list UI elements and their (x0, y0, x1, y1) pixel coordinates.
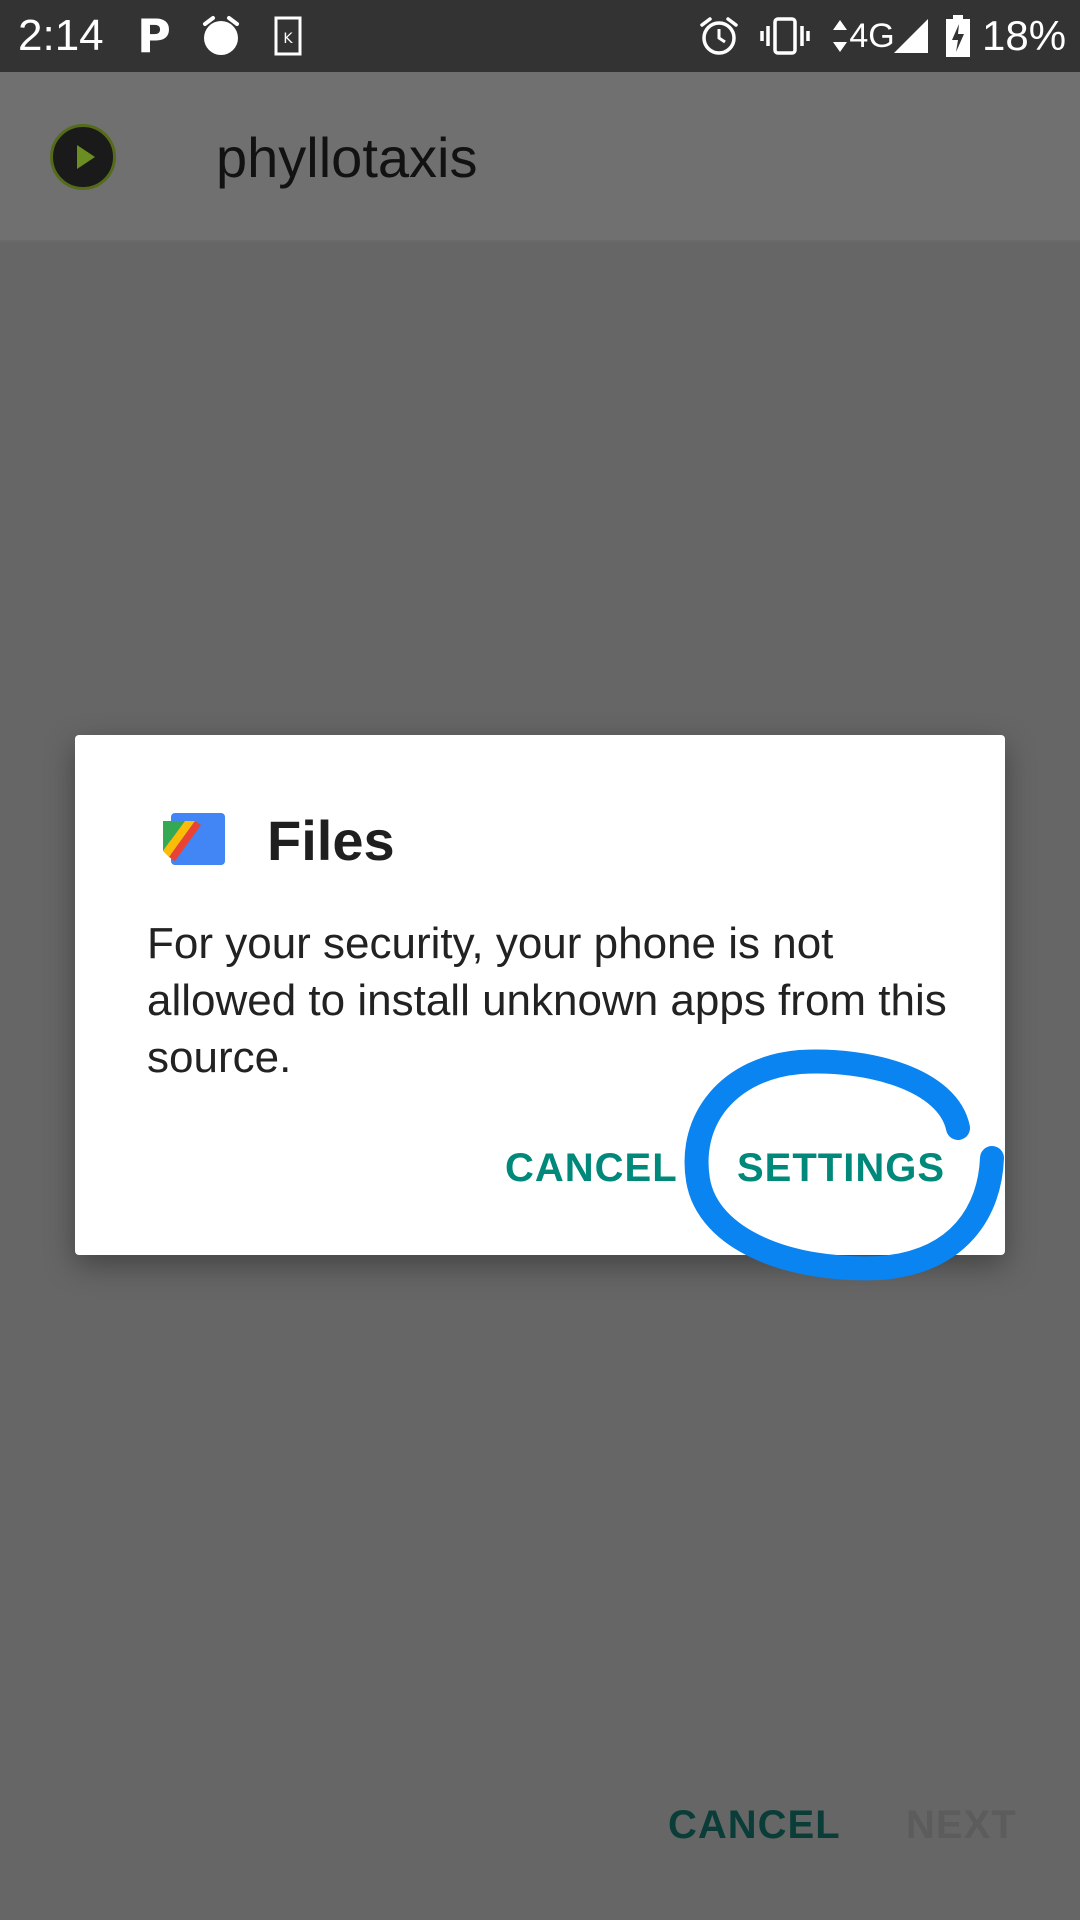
dialog-message: For your security, your phone is not all… (147, 919, 947, 1082)
vibrate-icon (758, 14, 812, 58)
app-bar: phyllotaxis (0, 72, 1080, 242)
battery-percentage: 18% (982, 12, 1067, 59)
svg-text:K: K (283, 31, 293, 47)
kindle-icon: K (272, 14, 304, 58)
bottom-next-button[interactable]: NEXT (906, 1800, 1017, 1850)
dialog-settings-button[interactable]: SETTINGS (737, 1143, 945, 1193)
alarm-dot-icon (198, 14, 244, 58)
dialog-cancel-button[interactable]: CANCEL (505, 1143, 678, 1193)
status-time: 2:14 (18, 11, 104, 60)
battery-charging-icon (944, 14, 972, 58)
alarm-icon (696, 14, 742, 58)
signal-icon (890, 14, 932, 58)
app-title: phyllotaxis (216, 126, 478, 189)
files-app-icon (161, 811, 227, 867)
bottom-cancel-button[interactable]: CANCEL (668, 1800, 841, 1850)
dialog-title: Files (267, 809, 395, 872)
status-bar: 2:14 P K 4G 18% (0, 0, 1080, 72)
install-blocked-dialog: Files For your security, your phone is n… (75, 735, 1005, 1255)
network-type-label: 4G (849, 16, 895, 55)
pandora-icon: P (137, 9, 171, 63)
app-logo-icon (50, 124, 116, 190)
